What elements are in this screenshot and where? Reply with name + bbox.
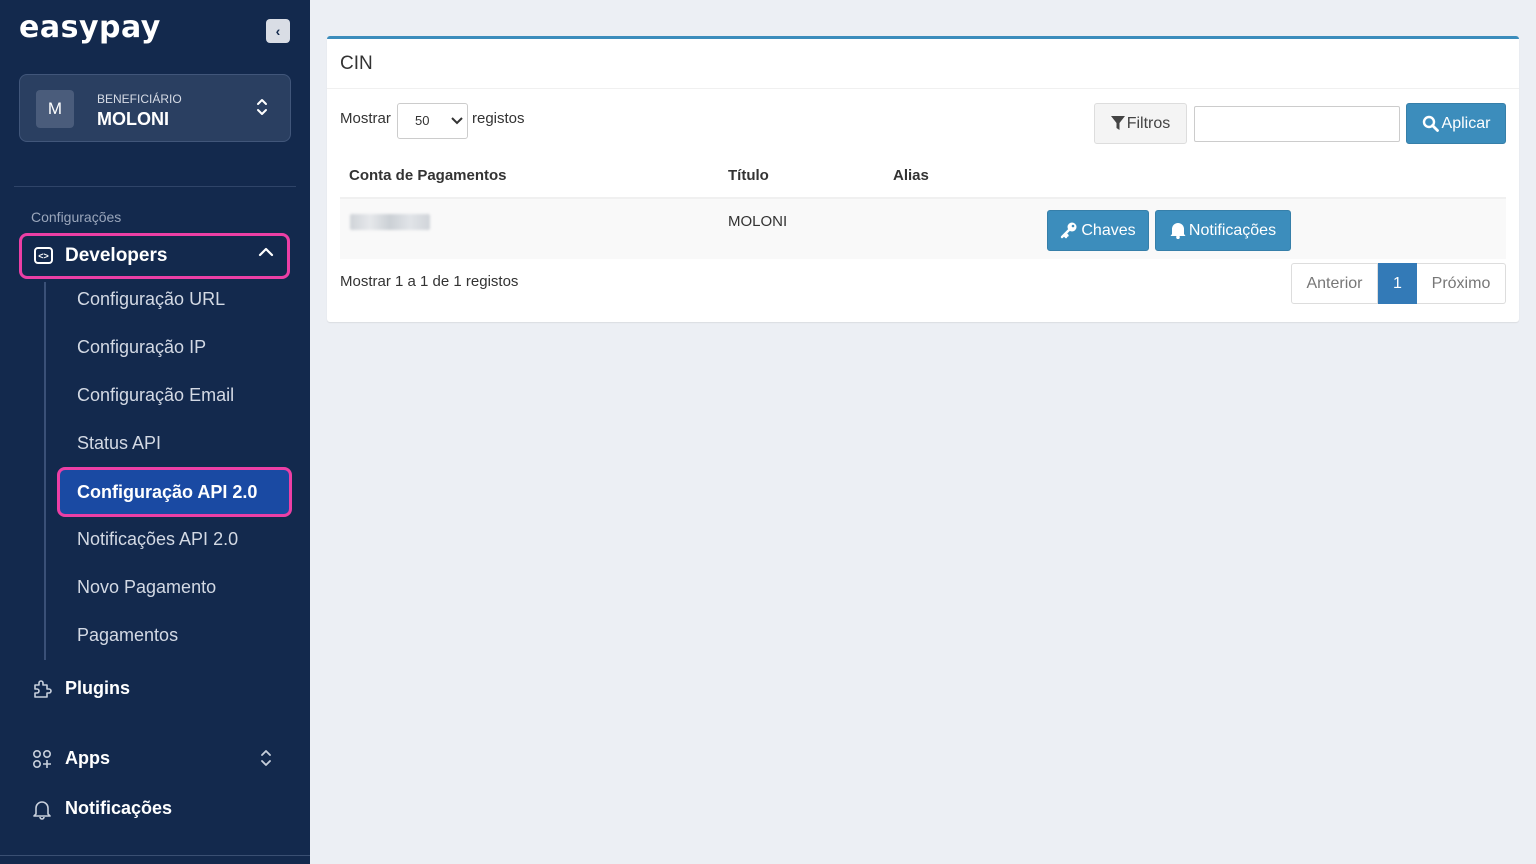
title-cell: MOLONI (728, 213, 788, 230)
sidebar-item-developers[interactable]: <> Developers (19, 233, 290, 279)
apps-icon (31, 748, 53, 770)
sidebar-item-label: Notificações (65, 798, 173, 818)
sidebar-item-notificacoes-api-2[interactable]: Notificações API 2.0 (77, 529, 238, 550)
column-header-conta[interactable]: Conta de Pagamentos (349, 167, 507, 184)
puzzle-icon (31, 678, 53, 700)
sidebar-item-configuracao-ip[interactable]: Configuração IP (77, 337, 206, 358)
bell-icon (31, 798, 53, 820)
chevron-left-icon: ‹ (275, 23, 281, 39)
avatar: M (36, 90, 74, 128)
previous-page-button[interactable]: Anterior (1291, 263, 1378, 304)
beneficiary-selector[interactable]: M BENEFICIÁRIO MOLONI (19, 74, 291, 142)
column-header-alias[interactable]: Alias (893, 167, 929, 184)
chaves-button[interactable]: Chaves (1047, 210, 1149, 251)
cin-panel: CIN Mostrar 50 registos Filtros Aplicar … (327, 36, 1519, 322)
sidebar-item-label: Developers (65, 245, 168, 266)
page-1-button[interactable]: 1 (1378, 263, 1417, 304)
panel-title: CIN (340, 53, 373, 74)
sidebar-item-label: Configuração API 2.0 (77, 482, 258, 502)
sidebar-item-status-api[interactable]: Status API (77, 433, 161, 454)
page-size-value: 50 (415, 113, 430, 128)
section-label-configuracoes: Configurações (31, 209, 122, 225)
sidebar-item-configuracao-url[interactable]: Configuração URL (77, 289, 225, 310)
sidebar-item-label: Apps (65, 748, 110, 768)
beneficiary-name: MOLONI (97, 109, 169, 129)
panel-divider (327, 88, 1519, 89)
sidebar-bottom-divider (0, 855, 310, 856)
sidebar-item-pagamentos[interactable]: Pagamentos (77, 625, 178, 646)
code-icon: <> (34, 247, 53, 264)
notificacoes-label: Notificações (1188, 221, 1277, 239)
easypay-logo: easypay (19, 10, 161, 45)
filters-label: Filtros (1126, 114, 1171, 132)
sidebar: easypay ‹ M BENEFICIÁRIO MOLONI Configur… (0, 0, 310, 864)
records-info: Mostrar 1 a 1 de 1 registos (340, 273, 519, 290)
collapse-sidebar-button[interactable]: ‹ (266, 19, 290, 43)
pagination: Anterior 1 Próximo (1291, 263, 1506, 304)
sidebar-item-label: Plugins (65, 678, 131, 698)
filter-icon (1110, 115, 1127, 133)
records-label: registos (472, 110, 525, 127)
sidebar-item-configuracao-email[interactable]: Configuração Email (77, 385, 234, 406)
table-row: MOLONI Chaves Notificações (340, 199, 1506, 259)
sidebar-item-apps[interactable]: Apps (31, 748, 281, 774)
search-icon (1422, 115, 1442, 133)
chevron-up-icon (258, 247, 274, 257)
chevron-up-down-icon (260, 748, 272, 769)
apply-label: Aplicar (1441, 114, 1491, 132)
redacted-account-cell (350, 214, 430, 230)
chevron-up-down-icon (256, 97, 268, 118)
filters-button[interactable]: Filtros (1094, 103, 1187, 144)
notificacoes-button[interactable]: Notificações (1155, 210, 1291, 251)
key-icon (1060, 221, 1081, 239)
next-page-button[interactable]: Próximo (1417, 263, 1506, 304)
search-input[interactable] (1194, 106, 1400, 142)
page-size-select[interactable]: 50 (397, 103, 468, 139)
sidebar-item-notificacoes[interactable]: Notificações (31, 798, 281, 824)
apply-button[interactable]: Aplicar (1406, 103, 1506, 144)
sidebar-item-configuracao-api-2[interactable]: Configuração API 2.0 (57, 467, 292, 517)
show-label: Mostrar (340, 110, 391, 127)
bell-icon (1170, 221, 1189, 240)
sidebar-item-novo-pagamento[interactable]: Novo Pagamento (77, 577, 216, 598)
chevron-down-icon (451, 104, 463, 151)
column-header-titulo[interactable]: Título (728, 167, 769, 184)
sidebar-item-plugins[interactable]: Plugins (31, 678, 281, 704)
submenu-line (44, 282, 46, 660)
sidebar-divider (14, 186, 296, 187)
chaves-label: Chaves (1081, 221, 1136, 239)
beneficiary-label: BENEFICIÁRIO (97, 92, 182, 106)
